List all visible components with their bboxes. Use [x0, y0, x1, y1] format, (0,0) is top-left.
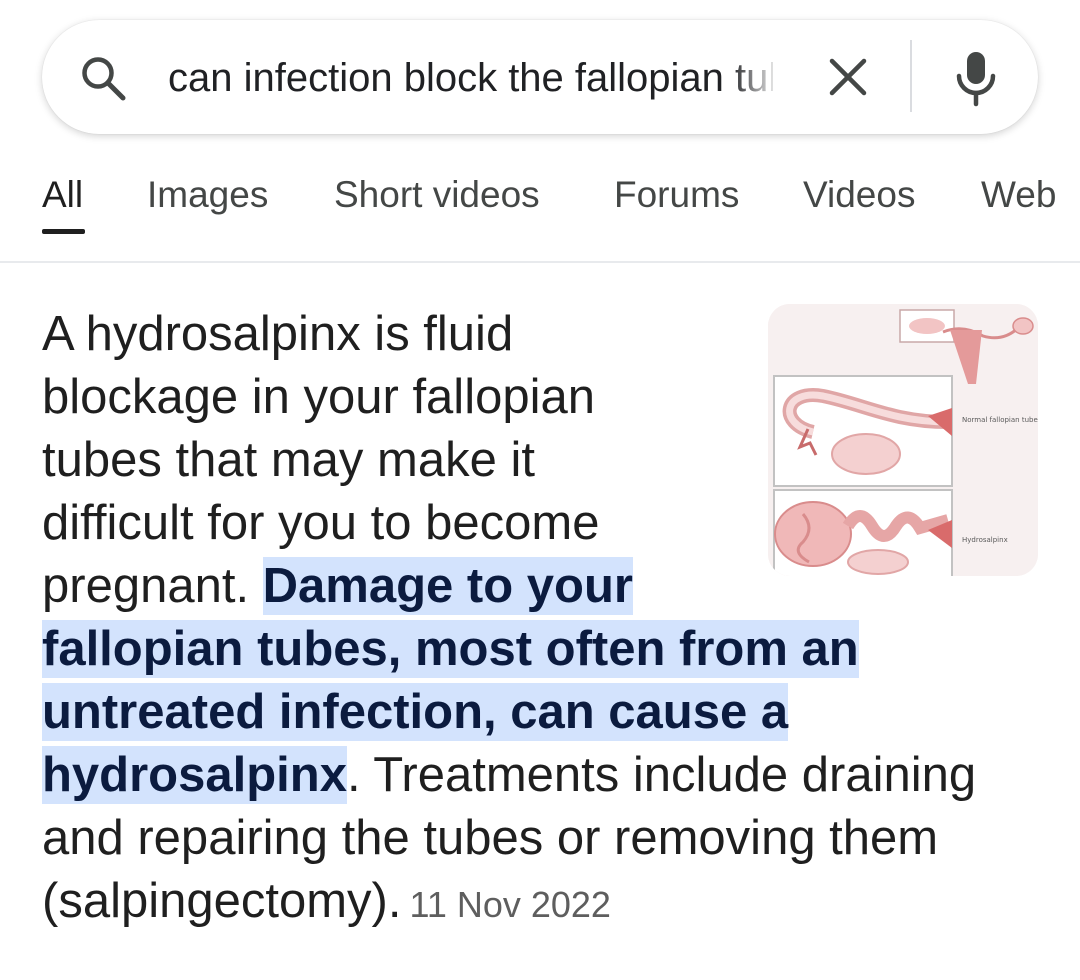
- tab-short-videos[interactable]: Short videos: [334, 172, 540, 218]
- search-input[interactable]: can infection block the fallopian tubes: [168, 52, 773, 104]
- tab-web[interactable]: Web: [981, 172, 1056, 218]
- tab-images[interactable]: Images: [147, 172, 268, 218]
- snippet-thumbnail[interactable]: Normal fallopian tube Hydrosalpinx: [768, 304, 1038, 576]
- tab-all[interactable]: All: [42, 172, 83, 218]
- microphone-icon[interactable]: [952, 48, 1000, 108]
- tab-videos[interactable]: Videos: [803, 172, 915, 218]
- active-tab-indicator: [42, 229, 85, 234]
- tab-forums[interactable]: Forums: [614, 172, 739, 218]
- thumbnail-label-hydrosalpinx: Hydrosalpinx: [962, 536, 1008, 544]
- tabs-divider: [0, 261, 1080, 263]
- snippet-date: 11 Nov 2022: [409, 884, 611, 925]
- close-icon[interactable]: [826, 55, 870, 99]
- search-icon[interactable]: [78, 53, 128, 103]
- thumbnail-label-normal: Normal fallopian tube: [962, 416, 1038, 424]
- fallopian-tube-illustration: Normal fallopian tube Hydrosalpinx: [768, 304, 1038, 576]
- search-bar-divider: [910, 40, 912, 112]
- query-fade: [730, 50, 780, 106]
